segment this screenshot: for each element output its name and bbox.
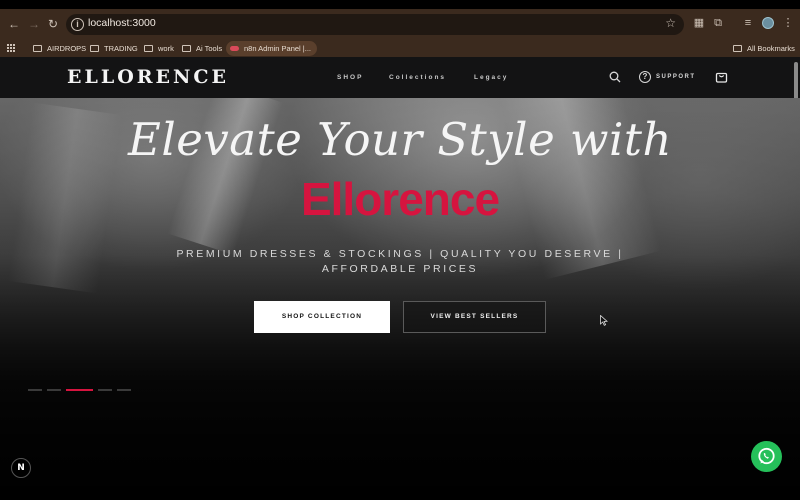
slide-dot[interactable] [98,389,112,391]
nav-shop[interactable]: SHOP [337,74,363,81]
address-bar[interactable]: i localhost:3000 ☆ [66,14,684,35]
address-url: localhost:3000 [88,17,156,29]
menu-kebab-icon[interactable]: ⋮ [781,16,795,30]
bookmark-work[interactable]: work [144,41,174,56]
bookmark-trading[interactable]: TRADING [90,41,138,56]
hero-tagline-line2: AFFORDABLE PRICES [321,263,479,275]
bookmark-n8n-admin[interactable]: n8n Admin Panel |... [226,41,317,56]
folder-icon [144,45,153,52]
nav-collections[interactable]: Collections [389,74,446,81]
bookmarks-bar: AIRDROPS TRADING work Ai Tools n8n Admin… [0,39,800,57]
mouse-cursor-icon [600,315,608,326]
support-link[interactable]: ? SUPPORT [639,71,696,83]
shop-collection-button[interactable]: SHOP COLLECTION [254,301,390,333]
browser-chrome: ← → ↻ i localhost:3000 ☆ ▦ ⧉ ≡ ⋮ AIRDROP… [0,9,800,57]
site-logo[interactable]: ELLORENCE [67,66,229,88]
browser-toolbar: ← → ↻ i localhost:3000 ☆ ▦ ⧉ ≡ ⋮ [0,9,800,39]
bookmark-airdrops[interactable]: AIRDROPS [33,41,86,56]
reload-icon[interactable]: ↻ [45,16,61,32]
back-icon[interactable]: ← [6,16,22,32]
folder-icon [733,45,742,52]
all-bookmarks-label: All Bookmarks [747,44,795,53]
slide-dot[interactable] [117,389,131,391]
all-bookmarks[interactable]: All Bookmarks [733,41,795,56]
profile-avatar[interactable] [762,17,774,29]
bookmark-label: Ai Tools [196,44,223,53]
media-control-icon[interactable]: ≡ [741,16,755,30]
bookmark-ai-tools[interactable]: Ai Tools [182,41,222,56]
folder-icon [182,45,191,52]
hero-brand-name: Ellorence [300,173,500,225]
bookmark-label: TRADING [104,44,138,53]
bookmark-label: work [158,44,174,53]
n8n-icon [230,46,239,51]
whatsapp-chat-button[interactable] [751,441,782,472]
apps-grid-icon[interactable] [7,44,16,53]
hero-headline: Elevate Your Style with [128,113,672,166]
view-best-sellers-button[interactable]: VIEW BEST SELLERS [403,301,546,333]
nav-legacy[interactable]: Legacy [474,74,508,81]
puzzle-icon[interactable]: ⧉ [711,16,725,30]
search-icon[interactable] [609,71,621,83]
site-header: ELLORENCE SHOP Collections Legacy ? SUPP… [0,57,800,98]
extension-icon[interactable]: ▦ [692,16,706,30]
hero-tagline-line1: PREMIUM DRESSES & STOCKINGS | QUALITY YO… [176,248,624,260]
letterbox-bottom [0,492,800,500]
hero-tagline: PREMIUM DRESSES & STOCKINGS | QUALITY YO… [0,247,800,277]
folder-icon [33,45,42,52]
folder-icon [90,45,99,52]
screen: ← → ↻ i localhost:3000 ☆ ▦ ⧉ ≡ ⋮ AIRDROP… [0,0,800,500]
slide-dot[interactable] [47,389,61,391]
site-info-icon[interactable]: i [71,18,84,31]
whatsapp-icon [758,447,775,465]
forward-icon[interactable]: → [26,16,42,32]
letterbox-top [0,0,800,9]
bookmark-label: n8n Admin Panel |... [244,44,311,53]
slide-dot-active[interactable] [66,389,93,391]
help-circle-icon: ? [639,71,651,83]
nextjs-dev-badge[interactable]: N [11,458,31,478]
bookmark-label: AIRDROPS [47,44,87,53]
slide-dot[interactable] [28,389,42,391]
slide-indicators [28,389,136,391]
bookmark-star-icon[interactable]: ☆ [665,16,676,30]
shopping-bag-icon[interactable] [715,70,728,83]
support-label: SUPPORT [656,74,696,80]
